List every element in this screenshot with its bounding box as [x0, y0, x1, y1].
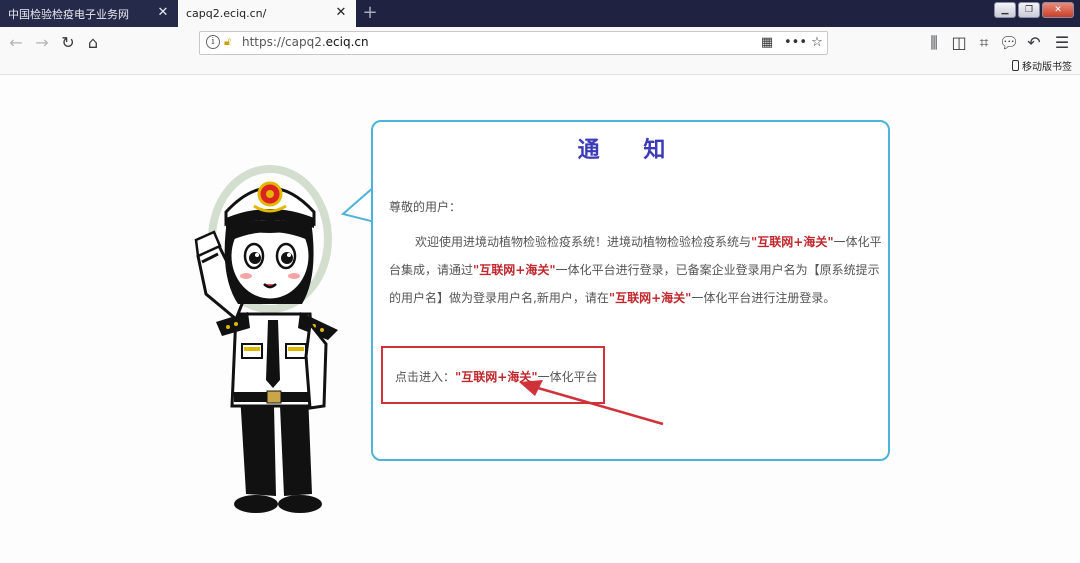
new-tab-icon[interactable]: + — [360, 3, 380, 23]
undo-icon[interactable]: ↶ — [1024, 33, 1044, 53]
body-text: 欢迎使用进境动植物检验检疫系统！进境动植物检验检疫系统与 — [415, 235, 752, 249]
url-bar[interactable]: i 🔓︎ https://capq2.eciq.cn ▦ ••• ☆ — [199, 31, 828, 55]
close-icon[interactable]: ✕ — [156, 6, 170, 20]
close-icon[interactable]: ✕ — [334, 6, 348, 20]
tab-capq2[interactable]: capq2.eciq.cn/ ✕ — [178, 0, 356, 27]
highlight-text: "互联网+海关" — [473, 263, 556, 277]
page-content: 通 知 尊敬的用户： 欢迎使用进境动植物检验检疫系统！进境动植物检验检疫系统与"… — [0, 76, 1080, 563]
notice-greeting: 尊敬的用户： — [389, 200, 462, 214]
red-arrow-annotation — [519, 380, 664, 426]
url-domain: eciq.cn — [325, 35, 369, 49]
home-icon[interactable]: ⌂ — [83, 33, 103, 53]
phone-icon — [1012, 60, 1019, 71]
url-text[interactable]: https://capq2.eciq.cn — [242, 35, 369, 49]
highlight-text: "互联网+海关" — [751, 235, 834, 249]
window-close-icon[interactable]: ✕ — [1042, 2, 1074, 18]
tab-label: capq2.eciq.cn/ — [186, 7, 267, 20]
tab-bar: 中国检验检疫电子业务网 ✕ capq2.eciq.cn/ ✕ + ▁ ❐ ✕ — [0, 0, 1080, 27]
qr-code-icon[interactable]: ▦ — [758, 34, 776, 52]
lock-warning-icon[interactable]: 🔓︎ — [224, 35, 237, 49]
highlight-text: "互联网+海关" — [608, 291, 692, 305]
tab-ciq-portal[interactable]: 中国检验检疫电子业务网 ✕ — [0, 0, 178, 27]
back-icon[interactable]: ← — [6, 33, 26, 53]
info-icon[interactable]: i — [206, 35, 220, 49]
bubble-tail — [341, 185, 375, 223]
menu-icon[interactable]: ☰ — [1052, 33, 1072, 53]
customs-officer-illustration — [194, 165, 338, 513]
body-text: 一体化平台进行注册登录。 — [691, 291, 836, 305]
notice-title: 通 知 — [577, 137, 684, 163]
mobile-bookmarks-label: 移动版书签 — [1022, 62, 1072, 73]
nav-bar: ← → ↻ ⌂ i 🔓︎ https://capq2.eciq.cn ▦ •••… — [0, 27, 1080, 75]
library-icon[interactable]: ⫼ — [924, 33, 944, 53]
window-controls: ▁ ❐ ✕ — [994, 2, 1074, 18]
restore-icon[interactable]: ❐ — [1018, 2, 1040, 18]
page-actions-icon[interactable]: ••• — [784, 34, 807, 52]
entry-prefix: 点击进入： — [395, 370, 456, 384]
reload-icon[interactable]: ↻ — [58, 33, 78, 53]
sidebar-icon[interactable]: ◫ — [949, 33, 969, 53]
mobile-bookmarks[interactable]: 移动版书签 — [1012, 58, 1072, 73]
bookmark-star-icon[interactable]: ☆ — [808, 34, 826, 52]
notice-body: 欢迎使用进境动植物检验检疫系统！进境动植物检验检疫系统与"互联网+海关"一体化平… — [389, 228, 891, 312]
tab-label: 中国检验检疫电子业务网 — [8, 7, 129, 21]
forward-icon[interactable]: → — [32, 33, 52, 53]
chat-icon[interactable]: 💬︎ — [999, 33, 1019, 53]
minimize-icon[interactable]: ▁ — [994, 2, 1016, 18]
screenshot-crop-icon[interactable]: ⌗ — [974, 33, 994, 53]
url-prefix: https://capq2. — [242, 35, 326, 49]
